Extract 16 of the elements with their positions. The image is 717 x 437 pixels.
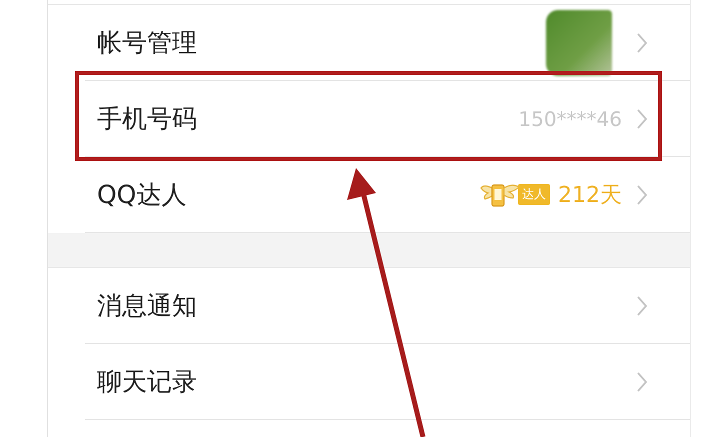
row-label: 聊天记录	[97, 366, 197, 398]
row-label: 消息通知	[97, 290, 197, 322]
chevron-right-icon	[636, 108, 648, 130]
photo-placeholder	[546, 10, 612, 76]
chevron-right-icon	[636, 370, 648, 392]
chevron-right-icon	[636, 32, 648, 54]
row-label: 手机号码	[97, 103, 197, 135]
day-count: 212天	[558, 182, 622, 210]
settings-row[interactable]: 消息通知	[85, 268, 690, 344]
expert-badge: 达人	[518, 184, 550, 205]
chevron-right-icon	[636, 294, 648, 316]
chevron-right-icon	[636, 184, 648, 206]
row-label: QQ达人	[97, 179, 186, 211]
settings-row[interactable]: 聊天记录	[85, 344, 690, 420]
row-label: 帐号管理	[97, 27, 197, 59]
settings-row[interactable]: 帐号管理	[85, 5, 690, 81]
